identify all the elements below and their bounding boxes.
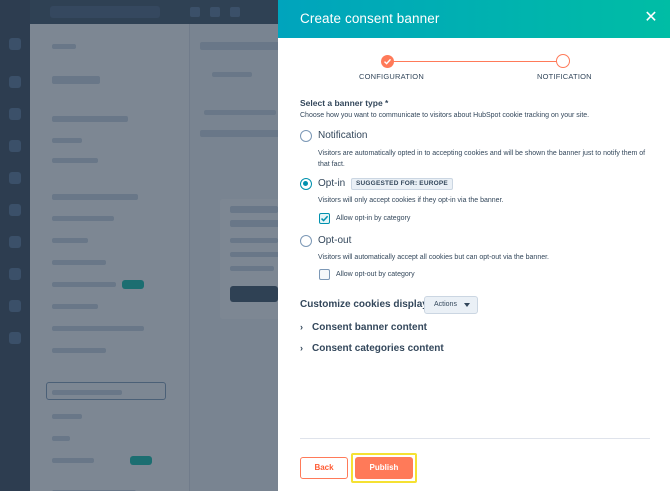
option-desc-notification: Visitors are automatically opted in to a… bbox=[318, 150, 646, 168]
radio-notification[interactable] bbox=[300, 130, 312, 142]
suggested-tag: SUGGESTED FOR: EUROPE bbox=[351, 178, 453, 190]
checkbox-opt-out-by-category[interactable] bbox=[319, 269, 330, 280]
chevron-right-icon: › bbox=[300, 322, 303, 332]
accordion-label: Consent categories content bbox=[312, 343, 444, 354]
option-desc-opt-in: Visitors will only accept cookies if the… bbox=[318, 197, 504, 204]
step-pending-icon bbox=[556, 54, 570, 68]
consent-banner-panel: Create consent banner ✕ CONFIGURATION NO… bbox=[278, 0, 670, 491]
back-button[interactable]: Back bbox=[300, 457, 348, 479]
banner-type-label: Select a banner type * bbox=[300, 98, 389, 108]
stepper-connector bbox=[393, 61, 561, 62]
radio-opt-in[interactable] bbox=[300, 178, 312, 190]
publish-button[interactable]: Publish bbox=[355, 457, 413, 479]
banner-type-help: Choose how you want to communicate to vi… bbox=[300, 112, 590, 119]
option-label-opt-in[interactable]: Opt-in bbox=[318, 178, 345, 189]
chevron-right-icon: › bbox=[300, 343, 303, 353]
actions-dropdown[interactable]: Actions bbox=[424, 296, 478, 314]
option-label-opt-out[interactable]: Opt-out bbox=[318, 235, 351, 246]
checkbox-label-opt-in-by-category[interactable]: Allow opt-in by category bbox=[336, 215, 410, 222]
step-label-notification: NOTIFICATION bbox=[537, 72, 592, 81]
panel-header: Create consent banner ✕ bbox=[278, 0, 670, 38]
panel-title: Create consent banner bbox=[300, 11, 440, 26]
customize-display-label: Customize cookies display bbox=[300, 299, 428, 310]
caret-down-icon bbox=[464, 303, 470, 307]
option-label-notification[interactable]: Notification bbox=[318, 130, 367, 141]
step-complete-icon bbox=[381, 55, 394, 68]
accordion-label: Consent banner content bbox=[312, 322, 428, 333]
footer-divider bbox=[300, 438, 650, 439]
step-label-configuration: CONFIGURATION bbox=[359, 72, 424, 81]
option-desc-opt-out: Visitors will automatically accept all c… bbox=[318, 254, 549, 261]
accordion-consent-banner-content[interactable]: › Consent banner content bbox=[300, 322, 427, 333]
accordion-consent-categories-content[interactable]: › Consent categories content bbox=[300, 343, 444, 354]
checkbox-opt-in-by-category[interactable] bbox=[319, 213, 330, 224]
actions-label: Actions bbox=[434, 301, 457, 308]
close-icon[interactable]: ✕ bbox=[642, 9, 660, 27]
checkbox-label-opt-out-by-category[interactable]: Allow opt-out by category bbox=[336, 271, 415, 278]
radio-opt-out[interactable] bbox=[300, 235, 312, 247]
